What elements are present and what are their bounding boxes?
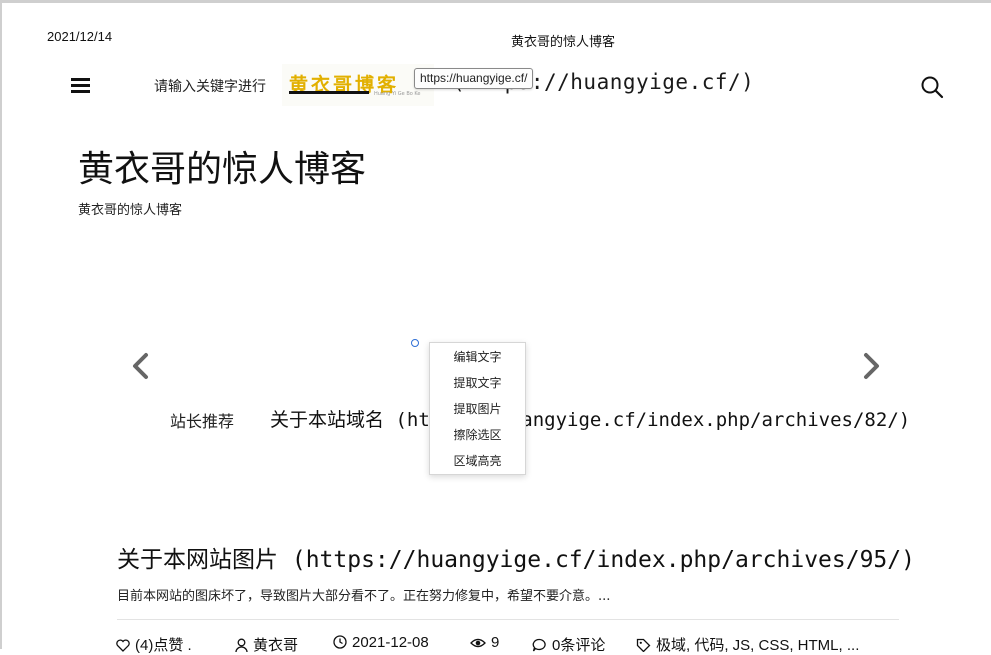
chevron-right-icon[interactable] — [862, 352, 882, 380]
site-title[interactable]: 黄衣哥的惊人博客 — [78, 140, 366, 192]
post-tags[interactable]: 极域, 代码, JS, CSS, HTML, ... — [636, 634, 859, 655]
post-likes[interactable]: (4)点赞 . — [116, 634, 192, 655]
date-text: 2021-12-08 — [352, 634, 429, 651]
window-left-border — [0, 0, 2, 649]
heart-icon — [116, 639, 130, 652]
logo-underline — [289, 91, 369, 94]
post-divider — [117, 619, 899, 620]
context-menu: 编辑文字 提取文字 提取图片 擦除选区 区域高亮 — [429, 342, 526, 475]
likes-text: (4)点赞 . — [135, 637, 192, 654]
search-hint[interactable]: 请输入关键字进行 — [154, 76, 266, 96]
views-text: 9 — [491, 634, 500, 651]
context-menu-item-edit-text[interactable]: 编辑文字 — [430, 344, 525, 370]
logo-subtext: Huang Yi Ge Bo Ke — [374, 91, 421, 97]
slide-title[interactable]: 关于本站域名 (https://huangyige.cf/index.php/a… — [270, 405, 910, 432]
context-menu-item-extract-image[interactable]: 提取图片 — [430, 396, 525, 422]
tags-text: 极域, 代码, JS, CSS, HTML, ... — [656, 637, 860, 654]
tag-icon — [636, 638, 651, 653]
selection-handle[interactable] — [411, 339, 419, 347]
post-title[interactable]: 关于本网站图片 (https://huangyige.cf/index.php/… — [117, 540, 915, 574]
context-menu-item-extract-text[interactable]: 提取文字 — [430, 370, 525, 396]
post-excerpt: 目前本网站的图床坏了，导致图片大部分看不了。正在努力修复中，希望不要介意。... — [117, 589, 611, 604]
context-menu-item-highlight-area[interactable]: 区域高亮 — [430, 448, 525, 474]
post-comments[interactable]: 0条评论 — [532, 634, 605, 655]
comments-text: 0条评论 — [552, 637, 606, 654]
user-icon — [235, 638, 248, 653]
author-text: 黄衣哥 — [253, 637, 299, 654]
print-title: 黄衣哥的惊人博客 — [511, 34, 616, 49]
post-author[interactable]: 黄衣哥 — [235, 634, 298, 655]
post-date: 2021-12-08 — [333, 634, 429, 651]
search-icon[interactable] — [920, 75, 944, 99]
url-tooltip: https://huangyige.cf/ — [414, 68, 534, 89]
hamburger-icon[interactable] — [71, 78, 90, 94]
context-menu-item-erase-selection[interactable]: 擦除选区 — [430, 422, 525, 448]
eye-icon — [470, 638, 486, 648]
window-top-border — [0, 0, 991, 3]
slide-tag: 站长推荐 — [170, 412, 235, 431]
clock-icon — [333, 635, 347, 649]
site-logo[interactable]: 黄衣哥博客 Huang Yi Ge Bo Ke — [282, 64, 434, 106]
site-subtitle: 黄衣哥的惊人博客 — [78, 203, 183, 218]
post-views: 9 — [470, 634, 499, 651]
chevron-left-icon[interactable] — [130, 352, 150, 380]
comment-icon — [532, 638, 546, 652]
print-date: 2021/12/14 — [47, 29, 113, 44]
